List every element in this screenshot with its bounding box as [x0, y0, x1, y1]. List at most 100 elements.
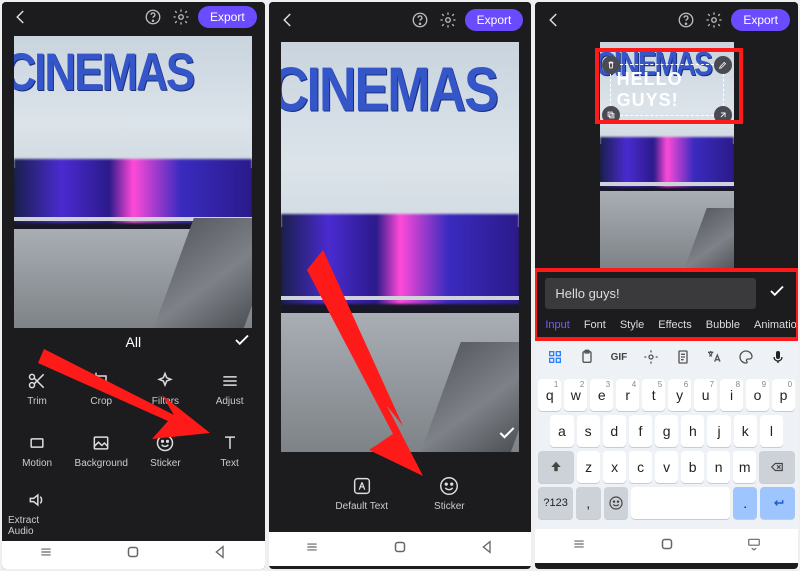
gear-icon[interactable] — [437, 9, 459, 31]
nav-recents-icon[interactable] — [32, 545, 60, 564]
key-w[interactable]: w2 — [564, 379, 587, 411]
key-shift[interactable] — [538, 451, 574, 483]
key-comma[interactable]: , — [576, 487, 601, 519]
android-nav-bar — [2, 541, 265, 569]
annotation-highlight — [595, 48, 743, 124]
kb-grid-icon[interactable] — [541, 345, 569, 369]
key-p[interactable]: p0 — [772, 379, 795, 411]
nav-back-icon[interactable] — [474, 539, 502, 560]
smile-icon — [438, 475, 460, 497]
android-nav-bar — [535, 529, 798, 563]
kb-gif-icon[interactable]: GIF — [605, 345, 633, 369]
key-o[interactable]: o9 — [746, 379, 769, 411]
key-j[interactable]: j — [707, 415, 730, 447]
tool-sticker[interactable]: Sticker — [136, 423, 194, 479]
confirm-icon[interactable] — [497, 423, 517, 448]
tool-trim[interactable]: Trim — [8, 361, 66, 417]
tool-label: Crop — [90, 396, 112, 407]
motion-icon — [26, 432, 48, 454]
video-preview[interactable]: CINEMAS — [2, 32, 265, 328]
tool-motion[interactable]: Motion — [8, 423, 66, 479]
image-icon — [90, 432, 112, 454]
key-backspace[interactable] — [759, 451, 795, 483]
key-h[interactable]: h — [681, 415, 704, 447]
tool-crop[interactable]: Crop — [72, 361, 130, 417]
tool-text[interactable]: Text — [201, 423, 259, 479]
action-default-text[interactable]: Default Text — [335, 475, 388, 512]
tool-adjust[interactable]: Adjust — [201, 361, 259, 417]
gear-icon[interactable] — [170, 6, 192, 28]
export-button[interactable]: Export — [731, 9, 790, 31]
nav-recents-icon[interactable] — [298, 540, 326, 559]
key-m[interactable]: m — [733, 451, 756, 483]
scissors-icon — [26, 370, 48, 392]
action-sticker[interactable]: Sticker — [434, 475, 465, 512]
kb-mic-icon[interactable] — [764, 345, 792, 369]
tool-filters[interactable]: Filters — [136, 361, 194, 417]
key-b[interactable]: b — [681, 451, 704, 483]
key-z[interactable]: z — [577, 451, 600, 483]
help-icon[interactable] — [409, 9, 431, 31]
key-space[interactable] — [631, 487, 730, 519]
key-period[interactable]: . — [733, 487, 758, 519]
tool-label: Extract Audio — [8, 515, 66, 537]
nav-keyboard-down-icon[interactable] — [740, 537, 768, 556]
back-icon[interactable] — [10, 6, 32, 28]
help-icon[interactable] — [675, 9, 697, 31]
key-l[interactable]: l — [760, 415, 783, 447]
key-s[interactable]: s — [577, 415, 600, 447]
key-q[interactable]: q1 — [538, 379, 561, 411]
key-c[interactable]: c — [629, 451, 652, 483]
tool-extract-audio[interactable]: Extract Audio — [8, 485, 66, 541]
key-e[interactable]: e3 — [590, 379, 613, 411]
kb-palette-icon[interactable] — [732, 345, 760, 369]
key-g[interactable]: g — [655, 415, 678, 447]
nav-home-icon[interactable] — [653, 535, 681, 558]
gear-icon[interactable] — [703, 9, 725, 31]
key-a[interactable]: a — [550, 415, 573, 447]
phone-screen-1: Export CINEMAS All Trim Crop Filters — [2, 2, 265, 569]
key-x[interactable]: x — [603, 451, 626, 483]
video-preview[interactable]: CINEMAS — [269, 38, 532, 454]
key-i[interactable]: i8 — [720, 379, 743, 411]
kb-clipboard-icon[interactable] — [573, 345, 601, 369]
nav-recents-icon[interactable] — [565, 537, 593, 556]
back-icon[interactable] — [277, 9, 299, 31]
top-bar: Export — [535, 2, 798, 38]
tool-label: Trim — [27, 396, 47, 407]
tool-background[interactable]: Background — [72, 423, 130, 479]
action-label: Sticker — [434, 501, 465, 512]
nav-home-icon[interactable] — [386, 538, 414, 561]
confirm-icon[interactable] — [233, 331, 251, 354]
key-f[interactable]: f — [629, 415, 652, 447]
confirm-icon[interactable] — [768, 282, 786, 305]
key-k[interactable]: k — [734, 415, 757, 447]
key-r[interactable]: r4 — [616, 379, 639, 411]
export-button[interactable]: Export — [198, 6, 257, 28]
key-enter[interactable] — [760, 487, 795, 519]
key-symbols[interactable]: ?123 — [538, 487, 573, 519]
key-y[interactable]: y6 — [668, 379, 691, 411]
annotation-highlight — [535, 268, 798, 341]
tool-label: Filters — [152, 396, 179, 407]
category-label[interactable]: All — [126, 334, 142, 350]
scene-signage: CINEMAS — [281, 54, 497, 126]
video-preview[interactable]: CINEMAS HELLO GUYS! — [535, 38, 798, 270]
tool-label: Motion — [22, 458, 52, 469]
kb-settings-icon[interactable] — [637, 345, 665, 369]
nav-home-icon[interactable] — [119, 543, 147, 566]
key-emoji[interactable] — [604, 487, 629, 519]
kb-doc-icon[interactable] — [669, 345, 697, 369]
key-d[interactable]: d — [603, 415, 626, 447]
export-button[interactable]: Export — [465, 9, 524, 31]
keyboard: q1w2e3r4t5y6u7i8o9p0 asdfghjkl zxcvbnm ?… — [535, 375, 798, 529]
key-n[interactable]: n — [707, 451, 730, 483]
back-icon[interactable] — [543, 9, 565, 31]
action-label: Default Text — [335, 501, 388, 512]
kb-translate-icon[interactable] — [700, 345, 728, 369]
key-u[interactable]: u7 — [694, 379, 717, 411]
help-icon[interactable] — [142, 6, 164, 28]
key-v[interactable]: v — [655, 451, 678, 483]
nav-back-icon[interactable] — [207, 544, 235, 565]
key-t[interactable]: t5 — [642, 379, 665, 411]
